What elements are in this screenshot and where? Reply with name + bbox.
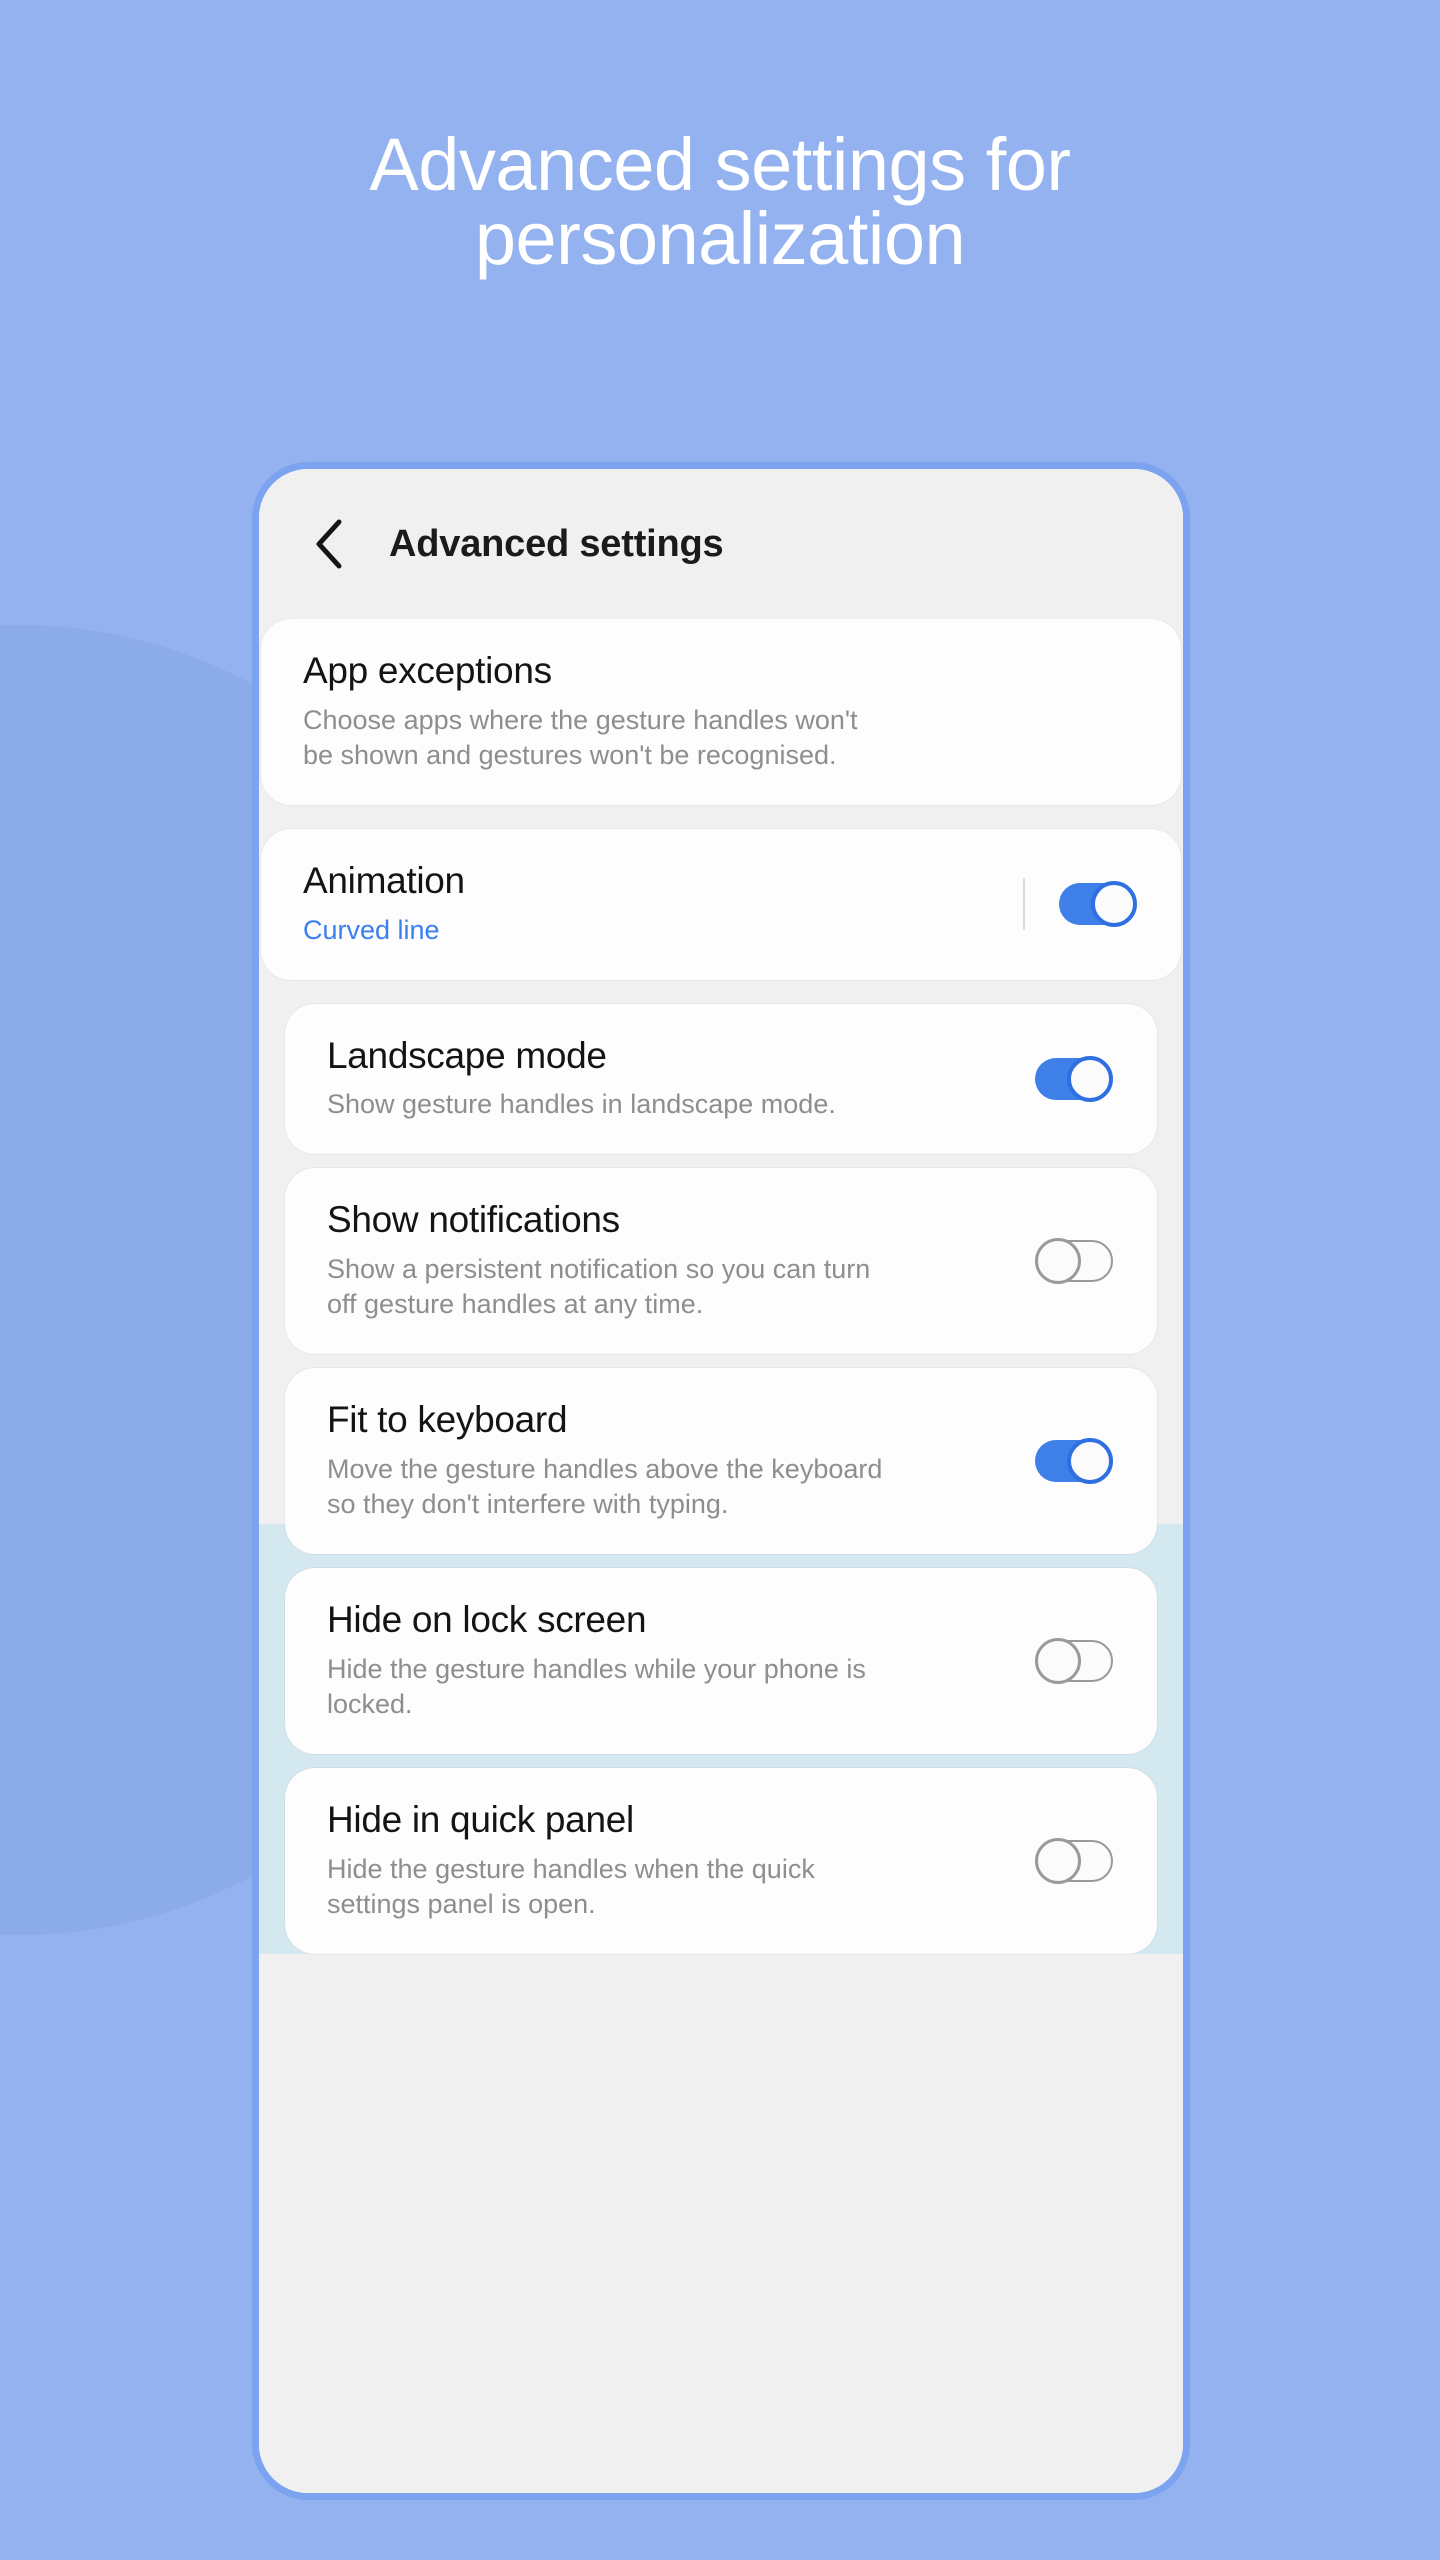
list-separator — [259, 1554, 1183, 1568]
setting-text-block: Hide in quick panel Hide the gesture hand… — [285, 1768, 1025, 1954]
setting-title: Animation — [303, 859, 465, 901]
setting-description: Show a persistent notification so you ca… — [327, 1254, 871, 1320]
app-bar-title: Advanced settings — [389, 522, 724, 565]
vertical-divider — [1023, 878, 1025, 931]
setting-row-animation[interactable]: Animation Curved line — [261, 828, 1181, 980]
app-bar: Advanced settings — [259, 469, 1183, 619]
setting-description: Choose apps where the gesture handles wo… — [303, 704, 858, 770]
phone-mockup-frame: Advanced settings App exceptions Choose a… — [252, 462, 1190, 2500]
toggle-knob — [1067, 1055, 1113, 1102]
chevron-left-icon — [312, 518, 346, 570]
toggle-area — [1025, 1055, 1157, 1102]
setting-title: Show notifications — [327, 1199, 620, 1241]
setting-description: Move the gesture handles above the keybo… — [327, 1453, 883, 1519]
list-separator — [259, 980, 1183, 1004]
toggle-switch-landscape-mode[interactable] — [1035, 1055, 1113, 1102]
toggle-switch-animation[interactable] — [1059, 881, 1137, 928]
setting-text-block: Show notifications Show a persistent noti… — [285, 1168, 1025, 1354]
toggle-switch-hide-on-lock-screen[interactable] — [1035, 1637, 1113, 1684]
setting-text-block: Landscape mode Show gesture handles in la… — [285, 1004, 1025, 1155]
setting-title: App exceptions — [303, 650, 552, 691]
setting-description: Hide the gesture handles while your phon… — [327, 1653, 866, 1719]
setting-row-app-exceptions[interactable]: App exceptions Choose apps where the gest… — [261, 619, 1181, 805]
setting-row-hide-in-quick-panel[interactable]: Hide in quick panel Hide the gesture hand… — [285, 1767, 1157, 1954]
list-separator — [259, 1354, 1183, 1368]
setting-title: Fit to keyboard — [327, 1399, 568, 1441]
setting-text-block: Animation Curved line — [261, 829, 1013, 980]
setting-text-block: Fit to keyboard Move the gesture handles … — [285, 1368, 1025, 1554]
list-separator — [259, 1154, 1183, 1168]
toggle-area — [1025, 1438, 1157, 1485]
setting-row-fit-to-keyboard[interactable]: Fit to keyboard Move the gesture handles … — [285, 1368, 1157, 1555]
setting-title: Hide in quick panel — [327, 1798, 634, 1840]
setting-row-hide-on-lock-screen[interactable]: Hide on lock screen Hide the gesture hand… — [285, 1568, 1157, 1754]
setting-description: Hide the gesture handles when the quick … — [327, 1853, 815, 1919]
list-separator — [259, 805, 1183, 829]
setting-row-landscape-mode[interactable]: Landscape mode Show gesture handles in la… — [285, 1003, 1157, 1155]
toggle-switch-fit-to-keyboard[interactable] — [1035, 1438, 1113, 1485]
toggle-knob — [1035, 1637, 1081, 1684]
setting-text-block: Hide on lock screen Hide the gesture hand… — [285, 1568, 1025, 1754]
setting-row-show-notifications[interactable]: Show notifications Show a persistent noti… — [285, 1168, 1157, 1355]
toggle-area — [1025, 1837, 1157, 1884]
toggle-knob — [1035, 1837, 1081, 1884]
setting-title: Landscape mode — [327, 1034, 607, 1076]
toggle-area — [1025, 1637, 1157, 1684]
toggle-area — [1025, 1238, 1157, 1285]
screen-empty-area — [259, 1953, 1183, 2493]
toggle-knob — [1091, 881, 1137, 928]
setting-title: Hide on lock screen — [327, 1599, 647, 1641]
toggle-knob — [1067, 1438, 1113, 1485]
setting-description: Show gesture handles in landscape mode. — [327, 1089, 836, 1120]
toggle-switch-show-notifications[interactable] — [1035, 1238, 1113, 1285]
toggle-area — [1013, 878, 1181, 931]
toggle-switch-hide-in-quick-panel[interactable] — [1035, 1837, 1113, 1884]
setting-text-block: App exceptions Choose apps where the gest… — [261, 619, 1181, 805]
settings-list: App exceptions Choose apps where the gest… — [259, 619, 1183, 1954]
settings-screen: Advanced settings App exceptions Choose a… — [259, 469, 1183, 2493]
back-button[interactable] — [301, 516, 357, 572]
toggle-knob — [1035, 1238, 1081, 1285]
list-separator — [259, 1754, 1183, 1768]
page-title: Advanced settings for personalization — [369, 123, 1071, 280]
setting-value[interactable]: Curved line — [303, 913, 999, 948]
phone-screen: Advanced settings App exceptions Choose a… — [259, 469, 1183, 2493]
